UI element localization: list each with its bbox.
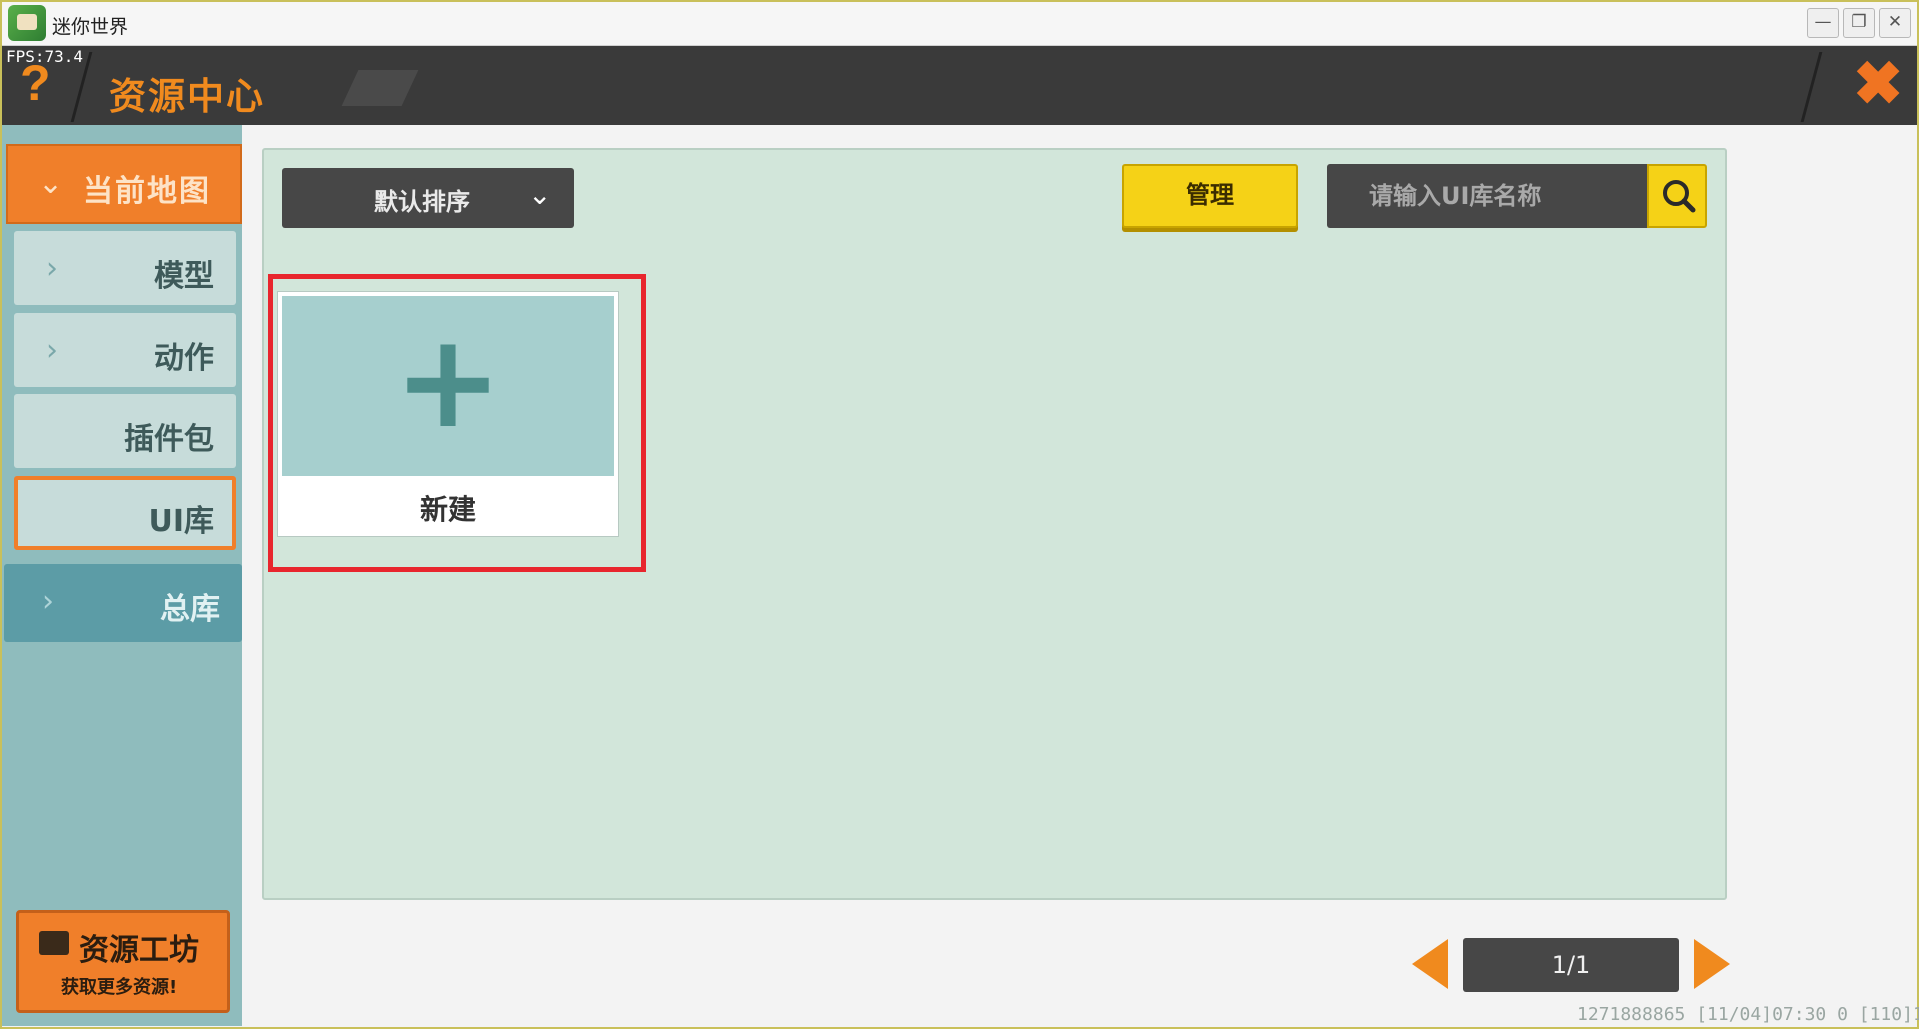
sidebar-item-label: 动作 [154,341,214,376]
workshop-subtitle: 获取更多资源! [61,977,178,998]
sidebar-item-label: UI库 [148,504,214,539]
header-divider-right [1800,52,1823,122]
search-button[interactable] [1647,164,1707,228]
sidebar-item-label: 总库 [160,592,220,627]
close-icon[interactable]: ✖ [1853,54,1903,114]
page-indicator: 1/1 [1463,938,1679,992]
chevron-down-icon: ⌄ [528,178,552,211]
resource-workshop-button[interactable]: 资源工坊 获取更多资源! [16,910,230,1013]
minimize-button[interactable]: — [1807,8,1839,38]
chevron-right-icon: › [42,584,54,619]
footer-info: 1271888865 [11/04]07:30 0 [110]1.5.0 [1577,1004,1919,1025]
plus-icon: + [393,305,503,457]
sidebar-item-label: 插件包 [124,422,214,457]
search-field[interactable] [1327,164,1647,228]
help-icon[interactable]: ? [20,58,51,108]
search-input[interactable] [1327,164,1647,228]
window-title: 迷你世界 [52,16,129,38]
sidebar-item-ui-library[interactable]: UI库 [14,476,236,550]
workshop-title: 资源工坊 [79,933,199,968]
header-decoration [341,70,419,106]
sidebar-header-label: 当前地图 [83,174,211,209]
new-card-label: 新建 [419,493,476,526]
chevron-right-icon: › [46,251,58,286]
restore-button[interactable]: ❐ [1843,8,1875,38]
sidebar-item-actions[interactable]: › 动作 [14,313,236,387]
shop-icon [39,931,69,955]
window-close-button[interactable]: ✕ [1879,8,1911,38]
window-titlebar: 迷你世界 — ❐ ✕ [2,2,1917,46]
chevron-right-icon: › [46,333,58,368]
sidebar: ⌄ 当前地图 › 模型 › 动作 插件包 UI库 › 总库 资源工坊 获取更多资… [2,125,242,1026]
sidebar-current-map[interactable]: ⌄ 当前地图 [6,144,242,224]
new-card-thumbnail: + [282,296,614,476]
resource-center-header: FPS:73.4 ? 资源中心 ✖ [2,46,1917,125]
manage-button[interactable]: 管理 [1122,164,1298,228]
sort-dropdown[interactable]: 默认排序 ⌄ [282,168,574,228]
sidebar-item-label: 模型 [154,259,214,294]
new-ui-card[interactable]: + 新建 [277,291,619,537]
chevron-down-icon: ⌄ [38,166,64,201]
previous-page-button[interactable] [1412,939,1448,989]
sidebar-item-total-library[interactable]: › 总库 [4,564,242,642]
sort-dropdown-label: 默认排序 [374,188,470,216]
search-icon [1663,180,1696,213]
page-title: 资源中心 [109,75,265,118]
next-page-button[interactable] [1694,939,1730,989]
sidebar-item-plugin-packs[interactable]: 插件包 [14,394,236,468]
sidebar-item-models[interactable]: › 模型 [14,231,236,305]
app-icon [8,5,46,41]
